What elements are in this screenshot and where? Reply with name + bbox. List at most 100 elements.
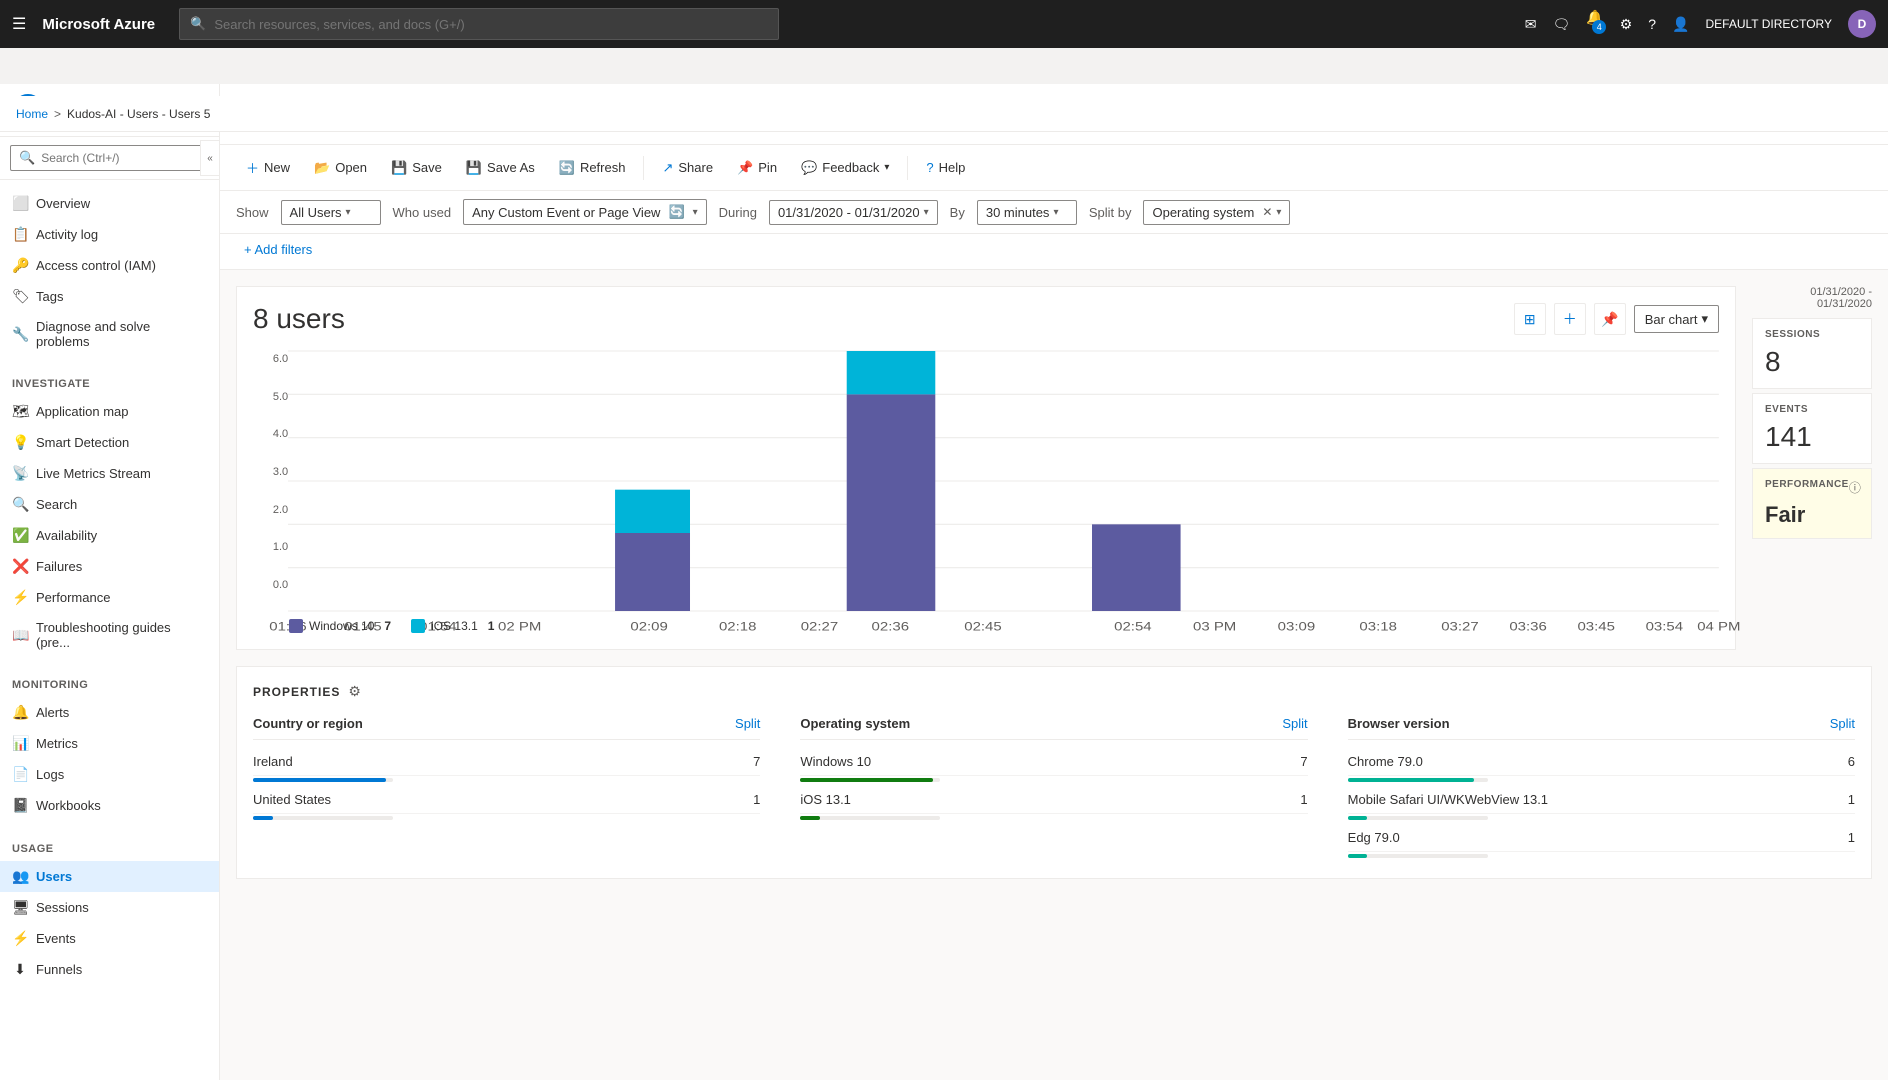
prop-row-val-1-1: 1 bbox=[1300, 792, 1307, 807]
prop-split-btn-1[interactable]: Split bbox=[1282, 716, 1307, 731]
sidebar-item-search[interactable]: 🔍 Search bbox=[0, 489, 219, 520]
save-as-button[interactable]: 💾 Save As bbox=[456, 155, 545, 181]
split-by-select[interactable]: Operating system ✕ ▾ bbox=[1143, 200, 1290, 225]
during-select[interactable]: 01/31/2020 - 01/31/2020 ▾ bbox=[769, 200, 938, 225]
refresh-icon: 🔄 bbox=[559, 160, 575, 176]
sidebar-label-3: Search bbox=[36, 497, 77, 512]
chart-pin-button[interactable]: 📌 bbox=[1594, 303, 1626, 335]
y-axis: 6.0 5.0 4.0 3.0 2.0 1.0 0.0 bbox=[253, 351, 288, 611]
sidebar-item-tags[interactable]: 🏷 Tags bbox=[0, 281, 219, 312]
feedback-nav-icon[interactable]: 🗨 bbox=[1553, 16, 1571, 33]
settings-icon[interactable]: ⚙ bbox=[1620, 16, 1633, 33]
legend-label-ios: iOS 13.1 bbox=[431, 619, 478, 633]
x-label-11: 03:09 bbox=[1278, 620, 1316, 633]
breadcrumb-home[interactable]: Home bbox=[16, 107, 48, 121]
sidebar-item-availability[interactable]: ✅ Availability bbox=[0, 520, 219, 551]
chart-header: 8 users ⊞ ＋ 📌 Bar chart ▾ bbox=[253, 303, 1719, 335]
events-card: EVENTS 141 bbox=[1752, 393, 1872, 464]
split-by-clear-button[interactable]: ✕ bbox=[1262, 205, 1272, 219]
prop-row-1-0: Windows 10 7 bbox=[800, 748, 1307, 782]
prop-row-data-2-1: Mobile Safari UI/WKWebView 13.1 1 bbox=[1348, 786, 1855, 814]
notification-icon[interactable]: 🔔 4 bbox=[1586, 9, 1603, 40]
sidebar-section-2: Monitoring🔔 Alerts📊 Metrics📄 Logs📓 Workb… bbox=[0, 665, 219, 829]
new-icon: ＋ bbox=[246, 158, 259, 177]
prop-bar-wrap-0-0 bbox=[253, 778, 393, 782]
share-button[interactable]: ↗ Share bbox=[652, 155, 723, 181]
sidebar-icon-3: 🔍 bbox=[12, 496, 28, 513]
bar-win10-2 bbox=[847, 394, 936, 611]
content-area: ◉ Kudos-AI - Users - Users 5 Application… bbox=[220, 84, 1888, 1080]
user-circle-icon[interactable]: 👤 bbox=[1672, 16, 1689, 33]
save-button[interactable]: 💾 Save bbox=[381, 155, 452, 181]
global-search-input[interactable] bbox=[214, 17, 768, 32]
sidebar-item-live-metrics-stream[interactable]: 📡 Live Metrics Stream bbox=[0, 458, 219, 489]
sidebar-item-events[interactable]: ⚡ Events bbox=[0, 923, 219, 954]
help-icon[interactable]: ? bbox=[1648, 16, 1656, 32]
sidebar-item-diagnose-and-solve-problems[interactable]: 🔧 Diagnose and solve problems bbox=[0, 312, 219, 356]
performance-info-icon[interactable]: ⓘ bbox=[1849, 479, 1861, 496]
add-filters-button[interactable]: + Add filters bbox=[236, 238, 320, 261]
email-icon[interactable]: ✉ bbox=[1525, 16, 1537, 33]
chart-type-button[interactable]: Bar chart ▾ bbox=[1634, 305, 1719, 333]
prop-row-data-1-1: iOS 13.1 1 bbox=[800, 786, 1307, 814]
hamburger-icon[interactable]: ☰ bbox=[12, 14, 26, 34]
notification-badge: 4 bbox=[1592, 20, 1606, 34]
sidebar-item-sessions[interactable]: 🖥 Sessions bbox=[0, 892, 219, 923]
sidebar-label-2: Access control (IAM) bbox=[36, 258, 156, 273]
toolbar: ＋ New 📂 Open 💾 Save 💾 Save As 🔄 Refresh bbox=[220, 145, 1888, 191]
sidebar-item-users[interactable]: 👥 Users bbox=[0, 861, 219, 892]
prop-split-btn-2[interactable]: Split bbox=[1830, 716, 1855, 731]
open-button[interactable]: 📂 Open bbox=[304, 155, 377, 181]
sidebar-item-access-control-(iam)[interactable]: 🔑 Access control (IAM) bbox=[0, 250, 219, 281]
prop-row-name-1-1: iOS 13.1 bbox=[800, 792, 851, 807]
sidebar-icon-5: ❌ bbox=[12, 558, 28, 575]
legend-value-ios: 1 bbox=[488, 619, 495, 633]
sidebar-item-workbooks[interactable]: 📓 Workbooks bbox=[0, 790, 219, 821]
global-search-bar[interactable]: 🔍 bbox=[179, 8, 779, 40]
sidebar-search-box[interactable]: 🔍 bbox=[10, 145, 209, 171]
pin-button[interactable]: 📌 Pin bbox=[727, 155, 787, 181]
feedback-button[interactable]: 💬 Feedback ▾ bbox=[791, 155, 899, 181]
split-by-label: Split by bbox=[1089, 205, 1132, 220]
brand-label: Microsoft Azure bbox=[42, 16, 155, 33]
sidebar-item-alerts[interactable]: 🔔 Alerts bbox=[0, 697, 219, 728]
sidebar-item-performance[interactable]: ⚡ Performance bbox=[0, 582, 219, 613]
events-label: EVENTS bbox=[1765, 404, 1859, 415]
prop-col-2: Browser version Split Chrome 79.0 6 Mobi… bbox=[1348, 716, 1855, 862]
show-select[interactable]: All Users ▾ bbox=[281, 200, 381, 225]
sidebar-item-troubleshooting-guides-(pre...[interactable]: 📖 Troubleshooting guides (pre... bbox=[0, 613, 219, 657]
prop-col-header-2: Browser version Split bbox=[1348, 716, 1855, 740]
sidebar-item-application-map[interactable]: 🗺 Application map bbox=[0, 396, 219, 427]
sidebar-item-failures[interactable]: ❌ Failures bbox=[0, 551, 219, 582]
who-used-refresh-icon[interactable]: 🔄 bbox=[668, 204, 684, 220]
sidebar-search-input[interactable] bbox=[41, 151, 200, 165]
chart-grid-view-button[interactable]: ⊞ bbox=[1514, 303, 1546, 335]
prop-row-1-1: iOS 13.1 1 bbox=[800, 786, 1307, 820]
help-button[interactable]: ? Help bbox=[916, 155, 975, 180]
sidebar-label-0: Alerts bbox=[36, 705, 69, 720]
prop-bar-wrap-2-2 bbox=[1348, 854, 1488, 858]
sidebar-item-activity-log[interactable]: 📋 Activity log bbox=[0, 219, 219, 250]
who-used-select[interactable]: Any Custom Event or Page View 🔄 ▾ bbox=[463, 199, 707, 225]
x-label-12: 03:18 bbox=[1360, 620, 1398, 633]
by-select[interactable]: 30 minutes ▾ bbox=[977, 200, 1077, 225]
sidebar-item-metrics[interactable]: 📊 Metrics bbox=[0, 728, 219, 759]
prop-row-data-1-0: Windows 10 7 bbox=[800, 748, 1307, 776]
sidebar-item-smart-detection[interactable]: 💡 Smart Detection bbox=[0, 427, 219, 458]
sidebar-item-logs[interactable]: 📄 Logs bbox=[0, 759, 219, 790]
bar-ios-2 bbox=[847, 351, 936, 394]
x-label-13: 03:27 bbox=[1441, 620, 1479, 633]
share-label: Share bbox=[678, 160, 713, 175]
properties-settings-icon[interactable]: ⚙ bbox=[348, 683, 361, 700]
prop-split-btn-0[interactable]: Split bbox=[735, 716, 760, 731]
save-as-label: Save As bbox=[487, 160, 535, 175]
collapse-sidebar-button[interactable]: « bbox=[200, 140, 220, 176]
directory-label[interactable]: DEFAULT DIRECTORY bbox=[1706, 17, 1832, 31]
new-button[interactable]: ＋ New bbox=[236, 153, 300, 182]
sidebar-item-overview[interactable]: ⬜ Overview bbox=[0, 188, 219, 219]
refresh-button[interactable]: 🔄 Refresh bbox=[549, 155, 636, 181]
chart-add-button[interactable]: ＋ bbox=[1554, 303, 1586, 335]
user-avatar[interactable]: D bbox=[1848, 10, 1876, 38]
sidebar-label-4: Diagnose and solve problems bbox=[36, 319, 207, 349]
sidebar-item-funnels[interactable]: ⬇ Funnels bbox=[0, 954, 219, 985]
